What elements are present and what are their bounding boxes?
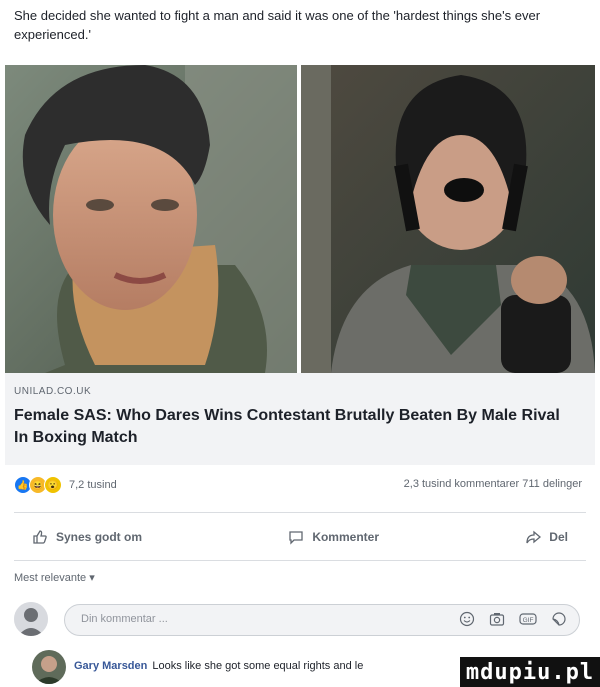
comments-shares-count[interactable]: 2,3 tusind kommentarer 711 delinger [404,478,582,490]
post-stats: 👍 😆 😮 7,2 tusind 2,3 tusind kommentarer … [14,476,586,498]
post-caption: She decided she wanted to fight a man an… [14,8,541,42]
user-avatar-icon [14,602,48,636]
post-images[interactable] [5,65,595,373]
comment-sort-dropdown[interactable]: Mest relevante ▾ [14,571,95,584]
thumbs-up-icon [33,530,47,544]
comment-composer: Din kommentar ... GIF [14,600,586,640]
link-headline[interactable]: Female SAS: Who Dares Wins Contestant Br… [14,405,574,449]
avatar[interactable] [32,650,66,684]
comment-body: Looks like she got some equal rights and… [152,660,364,672]
share-icon [526,530,542,544]
link-domain[interactable]: UNILAD.CO.UK [14,386,91,397]
watermark-logo: mdupiu.pl [460,657,600,687]
camera-icon[interactable] [489,611,505,627]
reactions-count[interactable]: 7,2 tusind [69,479,117,491]
share-label: Del [549,530,568,544]
comment-author[interactable]: Gary Marsden [74,660,147,672]
comment-icon [289,531,303,545]
comment-input[interactable]: Din kommentar ... GIF [64,604,580,636]
comment-placeholder: Din kommentar ... [81,613,168,625]
boxing-photo[interactable] [301,65,595,373]
emoji-icon[interactable] [459,611,475,627]
gif-icon[interactable]: GIF [519,611,537,627]
contestant-photo[interactable] [5,65,297,373]
commenter-avatar-icon [32,650,66,684]
comment-text-row: Gary Marsden Looks like she got some equa… [74,660,363,672]
divider [14,560,586,561]
comment-label: Kommenter [312,530,379,544]
like-button[interactable]: Synes godt om [14,529,160,545]
divider [14,512,586,513]
like-label: Synes godt om [56,530,143,544]
avatar[interactable] [14,602,48,636]
reactions-summary[interactable]: 👍 😆 😮 7,2 tusind [14,476,117,494]
comment-input-icons: GIF [459,611,567,627]
post-actions: Synes godt om Kommenter Del [14,522,586,552]
comment-button[interactable]: Kommenter [270,529,397,545]
wow-icon: 😮 [44,476,62,494]
sticker-icon[interactable] [551,611,567,627]
svg-text:GIF: GIF [523,617,534,624]
share-button[interactable]: Del [507,529,586,545]
